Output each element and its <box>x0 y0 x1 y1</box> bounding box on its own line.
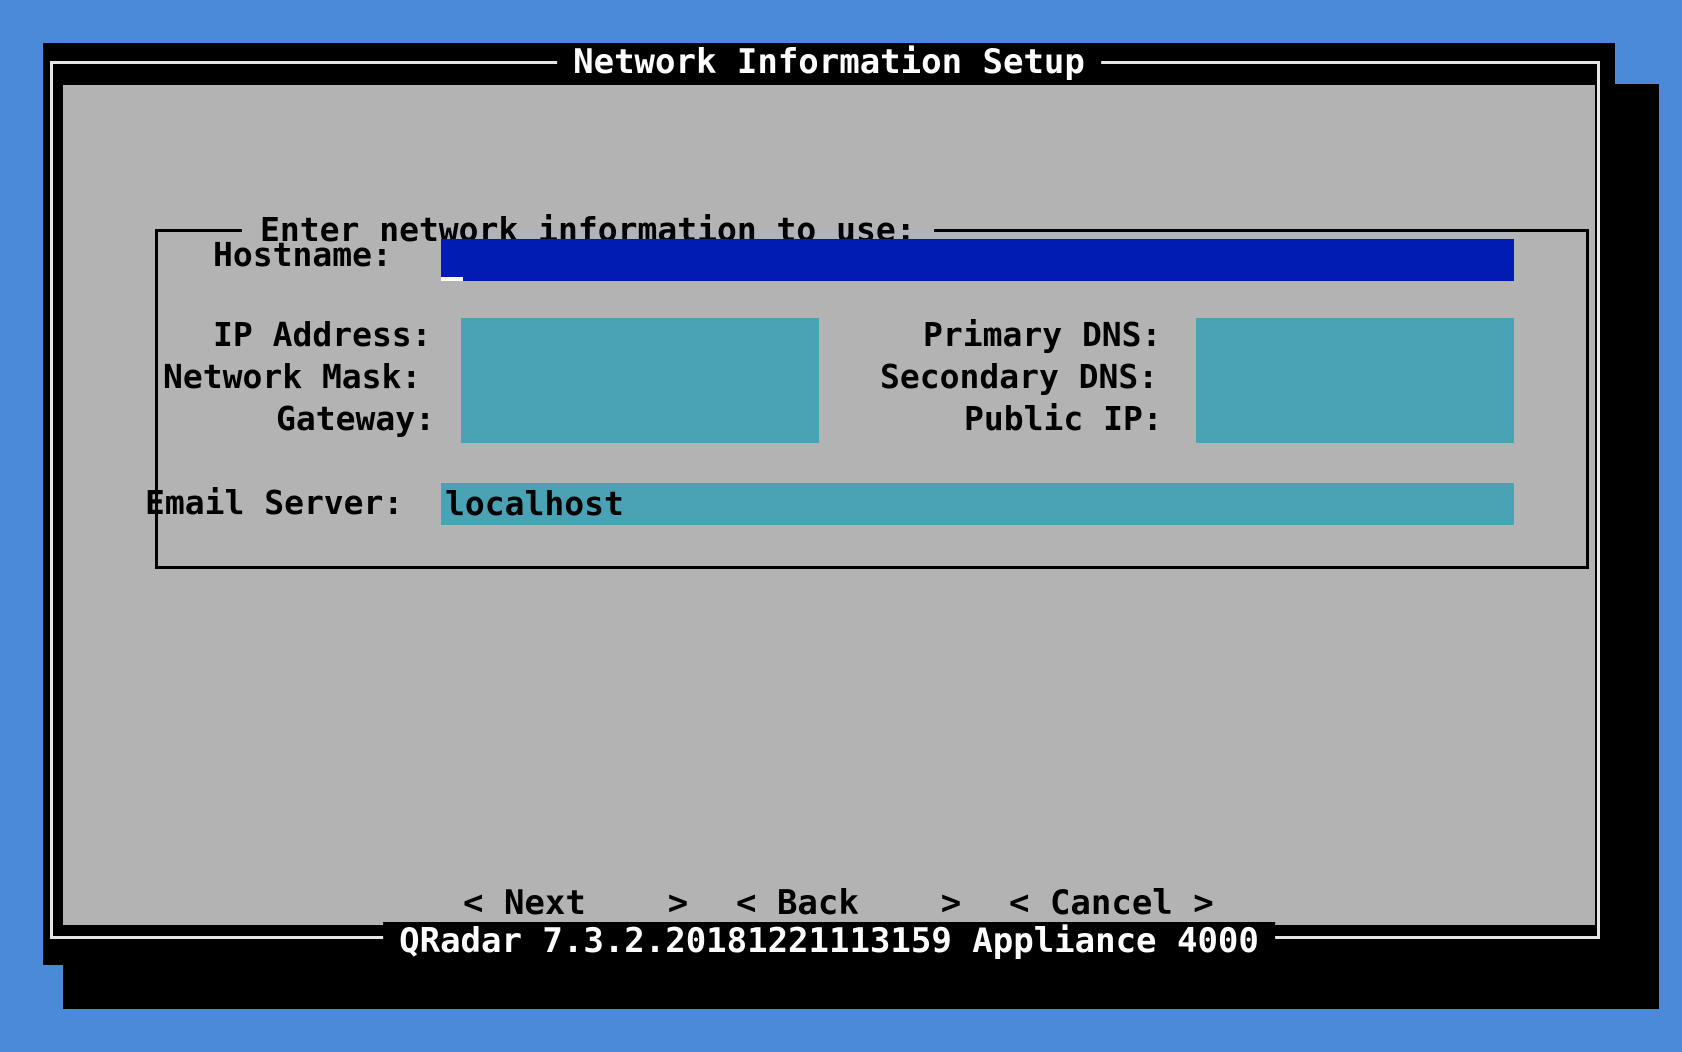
dialog-shadow-bottom <box>63 965 1659 1009</box>
network-setup-dialog: Enter network information to use: Hostna… <box>43 43 1615 965</box>
dialog-border <box>50 61 1600 939</box>
terminal-screen: Enter network information to use: Hostna… <box>0 0 1682 1052</box>
appliance-version-footer: QRadar 7.3.2.20181221113159 Appliance 40… <box>383 922 1275 960</box>
dialog-title: Network Information Setup <box>557 43 1101 81</box>
dialog-shadow-right <box>1614 84 1659 1009</box>
